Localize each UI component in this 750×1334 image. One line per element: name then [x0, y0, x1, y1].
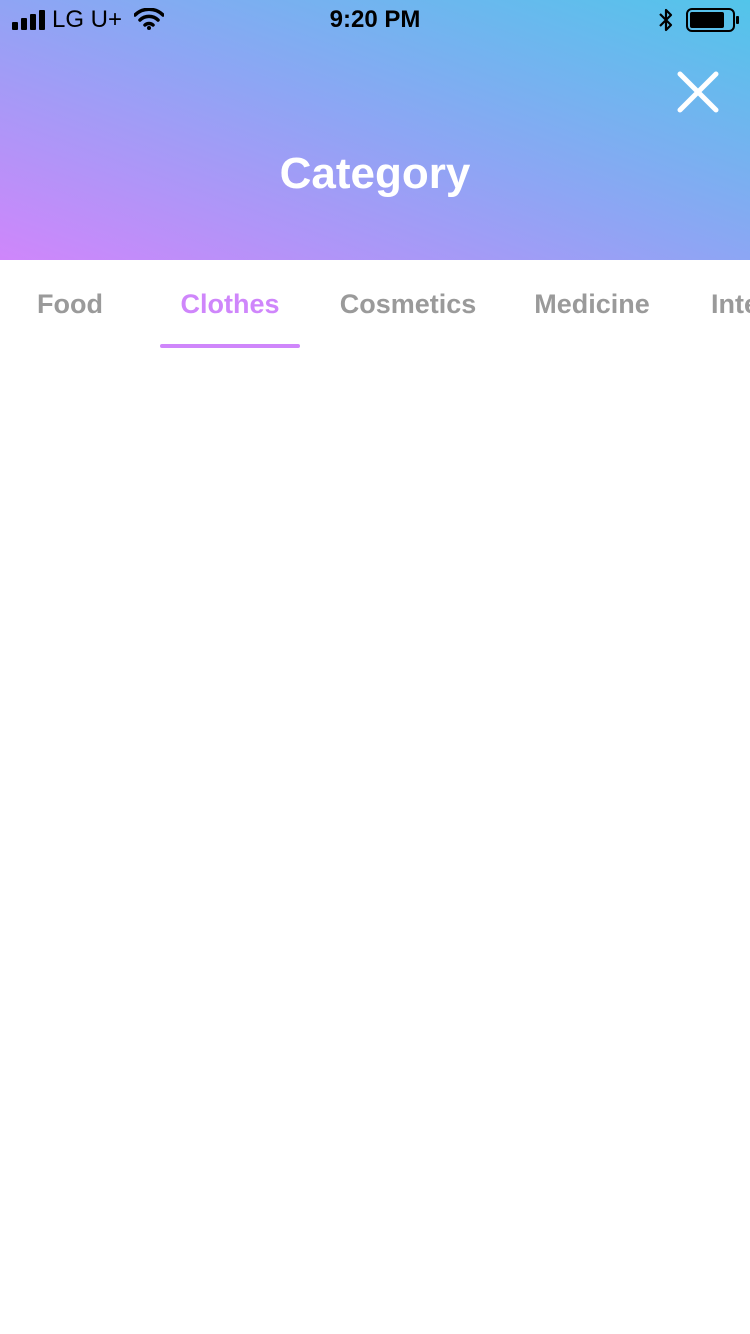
tab-interior[interactable]: Inte: [711, 260, 750, 350]
category-header: LG U+ 9:20 PM Category: [0, 0, 750, 260]
tab-food[interactable]: Food: [20, 260, 120, 350]
status-bar: LG U+ 9:20 PM: [0, 0, 750, 40]
category-content-area: [0, 350, 750, 1334]
category-screen: LG U+ 9:20 PM Category Food Clothes Cosm…: [0, 0, 750, 1334]
category-tab-bar: Food Clothes Cosmetics Medicine Inte: [0, 260, 750, 350]
tab-clothes[interactable]: Clothes: [160, 260, 300, 350]
tab-cosmetics[interactable]: Cosmetics: [326, 260, 490, 350]
bluetooth-icon: [659, 8, 673, 32]
active-tab-indicator: [160, 344, 300, 348]
tab-medicine[interactable]: Medicine: [522, 260, 662, 350]
status-time: 9:20 PM: [329, 6, 421, 33]
close-icon: [677, 71, 719, 113]
page-title: Category: [279, 149, 471, 198]
close-button[interactable]: [672, 66, 724, 118]
battery-icon: [686, 8, 739, 32]
